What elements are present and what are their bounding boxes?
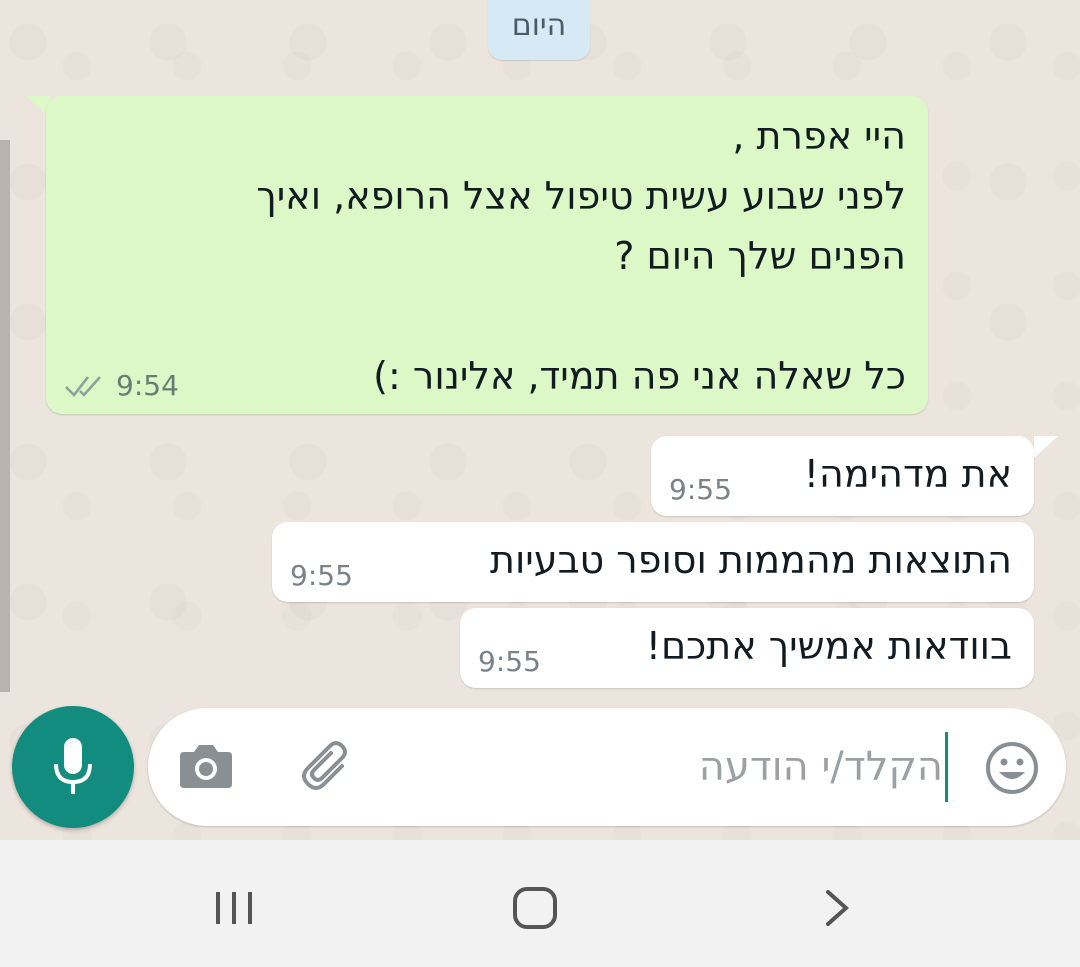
incoming-message[interactable]: את מדהימה! 9:55: [651, 436, 1034, 516]
message-input[interactable]: הקלד/י הודעה: [388, 728, 948, 806]
message-time: 9:55: [290, 559, 353, 592]
date-chip: היום: [488, 0, 590, 60]
voice-record-button[interactable]: [12, 706, 134, 828]
incoming-bubble-tail: [1034, 436, 1058, 458]
recent-apps-icon[interactable]: [212, 888, 256, 928]
message-time: 9:54: [116, 369, 179, 402]
message-placeholder: הקלד/י הודעה: [698, 744, 943, 790]
scroll-indicator[interactable]: [0, 140, 10, 692]
message-meta: 9:54: [64, 369, 179, 402]
message-time: 9:55: [669, 473, 732, 506]
emoji-icon[interactable]: [984, 740, 1040, 796]
back-icon[interactable]: [822, 888, 852, 928]
incoming-message[interactable]: התוצאות מהממות וסופר טבעיות 9:55: [272, 522, 1034, 602]
outgoing-message[interactable]: היי אפרת , לפני שבוע עשית טיפול אצל הרופ…: [46, 96, 928, 414]
message-text: היי אפרת , לפני שבוע עשית טיפול אצל הרופ…: [256, 114, 906, 398]
microphone-icon: [54, 738, 92, 794]
home-icon[interactable]: [512, 886, 558, 930]
message-text: את מדהימה!: [803, 452, 1012, 496]
camera-icon[interactable]: [178, 740, 234, 792]
message-text: בוודאות אמשיך אתכם!: [645, 624, 1012, 668]
incoming-message[interactable]: בוודאות אמשיך אתכם! 9:55: [460, 608, 1034, 688]
double-check-icon: [65, 375, 101, 397]
paperclip-icon[interactable]: [298, 736, 358, 796]
message-time: 9:55: [478, 645, 541, 678]
message-composer: הקלד/י הודעה: [148, 708, 1066, 826]
message-text: התוצאות מהממות וסופר טבעיות: [489, 538, 1012, 582]
system-navigation-bar: [0, 840, 1080, 967]
text-cursor: [945, 732, 948, 802]
